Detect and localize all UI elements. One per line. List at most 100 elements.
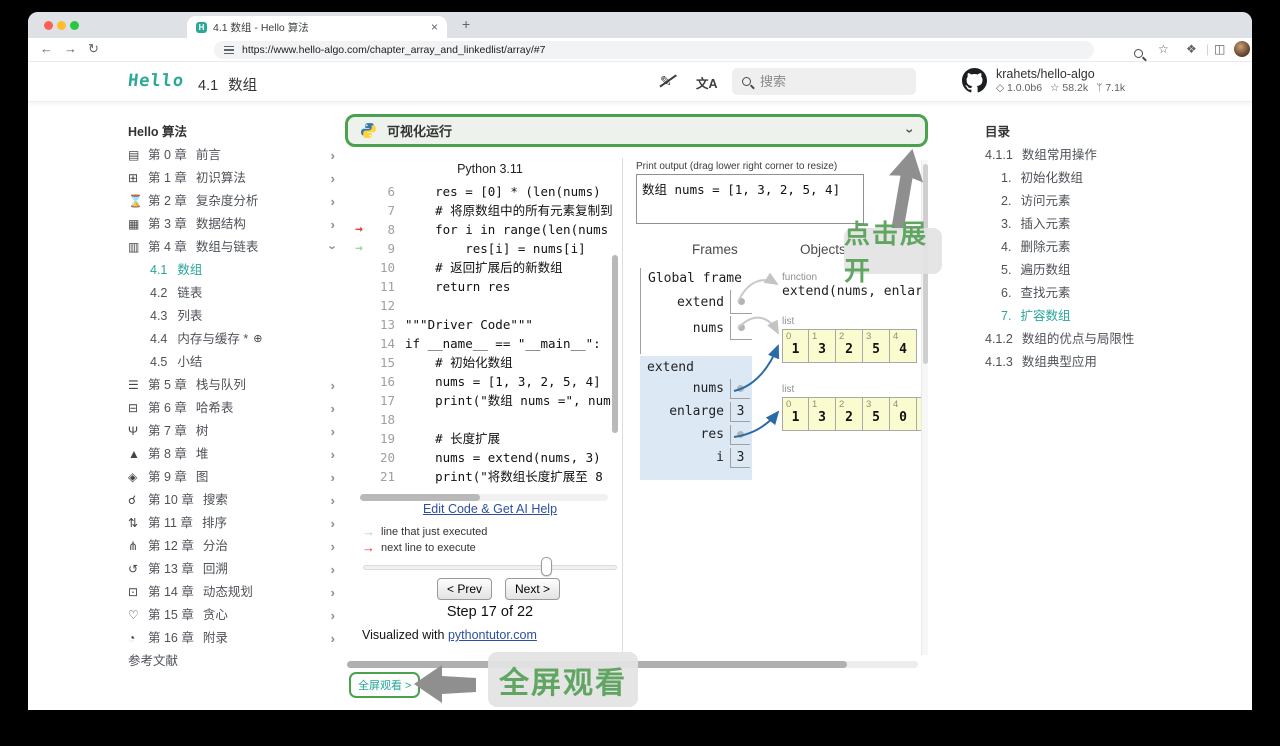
toc-item-2[interactable]: 2. 访问元素 (985, 190, 1235, 213)
close-window-button[interactable] (44, 21, 53, 30)
sidebar-item-ch12[interactable]: ⋔ 第 12 章分治 › (128, 535, 343, 558)
sidebar-item-ch13[interactable]: ↺ 第 13 章回溯 › (128, 558, 343, 581)
chevron-right-icon[interactable]: › (331, 213, 335, 236)
search-chapter-icon: ☌ (128, 493, 137, 507)
chevron-right-icon[interactable]: › (331, 443, 335, 466)
just-executed-arrow-icon: → (355, 241, 363, 256)
prev-button[interactable]: < Prev (437, 578, 493, 600)
sidebar-item-ch15[interactable]: ♡ 第 15 章贪心 › (128, 604, 343, 627)
sidebar-item-4-3[interactable]: 4.3 列表 (128, 305, 343, 328)
sidebar-item-ch10[interactable]: ☌ 第 10 章搜索 › (128, 489, 343, 512)
theme-toggle-icon[interactable]: ✎ (660, 73, 672, 90)
chevron-right-icon[interactable]: › (331, 535, 335, 558)
chevron-right-icon[interactable]: › (331, 558, 335, 581)
sidebar-item-ch0[interactable]: ▤ 第 0 章前言 › (128, 144, 343, 167)
sidebar-item-ch3[interactable]: ▦ 第 3 章数据结构 › (128, 213, 343, 236)
repo-name: krahets/hello-algo (996, 67, 1095, 81)
next-button[interactable]: Next > (505, 578, 561, 600)
sidebar-item-ch16[interactable]: ◔ 第 16 章附录 › (128, 627, 343, 650)
toc-item-6[interactable]: 6. 查找元素 (985, 282, 1235, 305)
forward-icon[interactable]: → (64, 41, 77, 56)
chevron-right-icon[interactable]: › (331, 466, 335, 489)
chevron-right-icon[interactable]: › (331, 604, 335, 627)
page-title: 4.1 数组 (198, 78, 258, 94)
sidebar-item-4-1[interactable]: 4.1 数组 (128, 259, 343, 282)
tree-icon: Ψ (128, 424, 139, 438)
toc-item-1[interactable]: 1. 初始化数组 (985, 167, 1235, 190)
fullscreen-hint-label: 全屏观看 (488, 652, 638, 707)
toc-item-3[interactable]: 3. 插入元素 (985, 213, 1235, 236)
sidebar-site-title[interactable]: Hello 算法 (128, 120, 343, 144)
sidebar-item-ch8[interactable]: ▲ 第 8 章堆 › (128, 443, 343, 466)
code-line: 7 # 将原数组中的所有元素复制到 (387, 203, 613, 218)
search-box[interactable] (732, 68, 916, 95)
edit-code-link[interactable]: Edit Code & Get AI Help (375, 502, 605, 516)
sidebar-item-4-5[interactable]: 4.5 小结 (128, 351, 343, 374)
toc-item-4-1-3[interactable]: 4.1.3 数组典型应用 (985, 351, 1235, 374)
pythontutor-link[interactable]: pythontutor.com (448, 628, 537, 642)
new-tab-button[interactable]: + (462, 16, 470, 32)
toc-item-5[interactable]: 5. 遍历数组 (985, 259, 1235, 282)
search-input[interactable] (760, 74, 890, 89)
legend-just-executed: → line that just executed (362, 524, 488, 539)
translate-icon[interactable]: 文A (696, 73, 718, 92)
github-repo-link[interactable]: krahets/hello-algo ◇ 1.0.0b6 ☆ 58.2k ᛘ 7… (962, 67, 1125, 94)
toc-item-7[interactable]: 7. 扩容数组 (985, 305, 1235, 328)
chevron-right-icon[interactable]: › (331, 420, 335, 443)
side-panel-icon[interactable]: ◫ (1214, 42, 1225, 56)
bookmark-star-icon[interactable]: ☆ (1158, 42, 1169, 56)
sidebar-item-4-2[interactable]: 4.2 链表 (128, 282, 343, 305)
code-line: 17 print("数组 nums =", num (379, 393, 611, 408)
chevron-right-icon[interactable]: › (331, 489, 335, 512)
slider-thumb[interactable] (541, 557, 552, 576)
sidebar-item-ch5[interactable]: ☰ 第 5 章栈与队列 › (128, 374, 343, 397)
sidebar-item-ch6[interactable]: ⊟ 第 6 章哈希表 › (128, 397, 343, 420)
sidebar-item-ch11[interactable]: ⇅ 第 11 章排序 › (128, 512, 343, 535)
sort-icon: ⇅ (128, 516, 139, 530)
chevron-right-icon[interactable]: › (331, 512, 335, 535)
fullscreen-link[interactable]: 全屏观看 > (349, 672, 421, 698)
extensions-icon[interactable]: ❖ (1186, 42, 1197, 56)
toc-item-4-1-2[interactable]: 4.1.2 数组的优点与局限性 (985, 328, 1235, 351)
reload-icon[interactable]: ↻ (88, 41, 99, 57)
zoom-icon[interactable] (1134, 49, 1143, 58)
back-icon[interactable]: ← (40, 41, 53, 56)
maximize-window-button[interactable] (70, 21, 79, 30)
chevron-right-icon[interactable]: › (331, 144, 335, 167)
tab-close-icon[interactable]: × (431, 20, 438, 34)
sidebar-item-ch9[interactable]: ◈ 第 9 章图 › (128, 466, 343, 489)
code-vertical-scrollbar[interactable] (612, 255, 618, 433)
step-slider[interactable] (363, 557, 617, 576)
chevron-right-icon[interactable]: › (331, 190, 335, 213)
minimize-window-button[interactable] (57, 21, 66, 30)
code-line: 20 nums = extend(nums, 3) (379, 450, 601, 465)
backtrack-icon: ↺ (128, 562, 139, 576)
profile-avatar[interactable] (1234, 41, 1250, 57)
sidebar-item-ch2[interactable]: ⌛ 第 2 章复杂度分析 › (128, 190, 343, 213)
code-horizontal-scrollbar[interactable] (360, 494, 608, 501)
sidebar-item-ch14[interactable]: ⊡ 第 14 章动态规划 › (128, 581, 343, 604)
red-arrow-icon: → (362, 540, 375, 555)
sidebar-item-4-4[interactable]: 4.4 内存与缓存 * ⊕ (128, 328, 343, 351)
chevron-right-icon[interactable]: › (331, 397, 335, 420)
address-bar[interactable]: https://www.hello-algo.com/chapter_array… (214, 41, 1094, 59)
sidebar-item-ch1[interactable]: ⊞ 第 1 章初识算法 › (128, 167, 343, 190)
visual-run-panel-toggle[interactable]: 可视化运行 › (345, 114, 928, 147)
chevron-right-icon[interactable]: › (331, 167, 335, 190)
sidebar-item-references[interactable]: 参考文献 (128, 650, 343, 673)
code-line: 19 # 长度扩展 (379, 431, 501, 446)
hello-algo-logo[interactable]: Hello (127, 71, 185, 91)
chevron-down-icon[interactable]: › (903, 128, 919, 133)
chevron-right-icon[interactable]: › (331, 627, 335, 650)
browser-tab[interactable]: H 4.1 数组 - Hello 算法 × (187, 16, 447, 38)
sidebar-item-ch4[interactable]: ▥ 第 4 章数组与链表 › (128, 236, 343, 259)
chevron-right-icon[interactable]: › (331, 581, 335, 604)
sidebar-item-ch7[interactable]: Ψ第 7 章树 › (128, 420, 343, 443)
chevron-down-icon[interactable]: › (321, 245, 344, 249)
chevron-right-icon[interactable]: › (331, 374, 335, 397)
site-info-icon[interactable] (224, 44, 234, 57)
toc-item-4-1-1[interactable]: 4.1.1 数组常用操作 (985, 144, 1235, 167)
slider-track[interactable] (363, 565, 617, 570)
panel-title: 可视化运行 (387, 124, 453, 139)
toc-item-4[interactable]: 4. 删除元素 (985, 236, 1235, 259)
